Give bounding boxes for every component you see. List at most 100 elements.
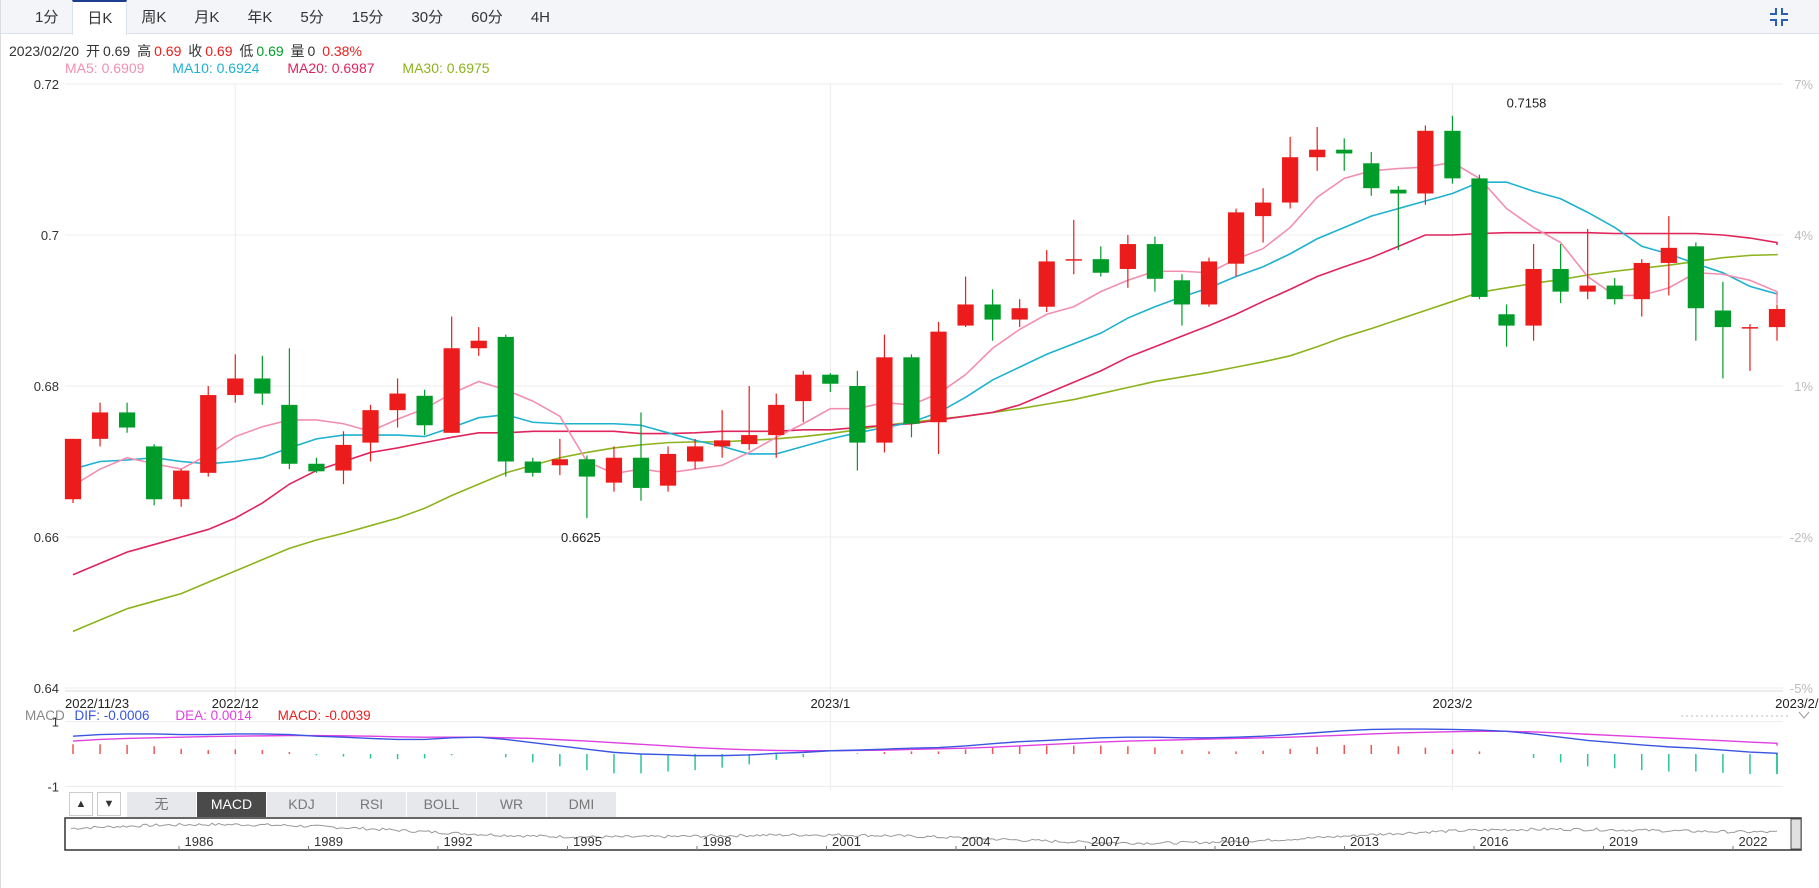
indicator-tab-2[interactable]: KDJ [267, 792, 337, 817]
candle-body [741, 435, 758, 445]
candle-body [173, 470, 190, 500]
candle-body [1065, 259, 1082, 261]
dif-legend: DIF: -0.0006 [74, 708, 150, 723]
candle-body [551, 459, 568, 466]
candle-body [1282, 157, 1299, 203]
nav-down-button[interactable]: ▼ [97, 792, 121, 816]
candle-body [470, 340, 487, 349]
tab-5[interactable]: 5分 [286, 0, 337, 34]
nav-up-button[interactable]: ▲ [69, 792, 93, 816]
low-label: 低 [239, 43, 254, 59]
ma20-legend: MA20: 0.6987 [287, 60, 375, 76]
tab-2[interactable]: 周K [127, 0, 180, 34]
candle-body [1200, 261, 1218, 305]
tab-6[interactable]: 15分 [338, 0, 398, 34]
candle-body [1633, 262, 1650, 300]
indicator-tabs: 无 MACD KDJ RSI BOLL WR DMI [127, 792, 617, 817]
x-tick-label: 2023/2 [1433, 696, 1473, 711]
candle-body [524, 461, 541, 473]
tab-0[interactable]: 1分 [21, 0, 72, 34]
indicator-tab-1[interactable]: MACD [197, 792, 267, 817]
open-label: 开 [85, 43, 100, 59]
ma30-legend: MA30: 0.6975 [402, 60, 490, 76]
price-annotation: 0.6625 [561, 530, 601, 545]
candle-body [362, 410, 379, 443]
candle-body [578, 459, 596, 477]
indicator-tab-3[interactable]: RSI [337, 792, 407, 817]
dif-line [72, 728, 1778, 757]
ma5-line [72, 161, 1778, 487]
candle-body [1363, 163, 1380, 189]
tab-1[interactable]: 日K [72, 0, 128, 35]
candle-body [930, 331, 947, 423]
candle-body [497, 336, 514, 462]
candle-body [1525, 268, 1542, 326]
candle-body [957, 304, 974, 326]
candle-body [1741, 327, 1759, 329]
y-tick-right-label: 1% [1794, 379, 1813, 394]
y-tick-label: 0.66 [34, 530, 59, 545]
candle-body [1660, 247, 1677, 263]
tab-9[interactable]: 4H [517, 0, 564, 34]
candle-body [1606, 285, 1623, 300]
candle-body [686, 446, 704, 462]
overview-year-label: 1998 [703, 834, 732, 849]
ma30-line [72, 253, 1778, 633]
y-tick-label: 0.64 [34, 681, 59, 696]
y-tick-right-label: -5% [1790, 681, 1814, 696]
high-label: 高 [137, 43, 152, 59]
candlestick-chart[interactable]: 0.72 7%0.7 4%0.68 1%0.66 -2%0.64 -5%2022/11/2… [1, 0, 1819, 888]
macd-tick-label: -1 [47, 779, 59, 794]
candle-body [1444, 130, 1461, 179]
candle-body [308, 463, 325, 472]
tab-4[interactable]: 年K [233, 0, 286, 34]
candle-body [389, 393, 406, 411]
indicator-tab-0[interactable]: 无 [127, 792, 197, 817]
overview-year-label: 1992 [444, 834, 473, 849]
overview-series [70, 822, 1778, 845]
candle-body [281, 404, 298, 464]
collapse-icon[interactable] [1768, 6, 1790, 28]
y-tick-right-label: 4% [1794, 228, 1813, 243]
tab-3[interactable]: 月K [180, 0, 233, 34]
candle-body [984, 304, 1001, 320]
overview-year-label: 1986 [185, 834, 214, 849]
candle-body [1498, 314, 1515, 326]
candle-body [1552, 268, 1569, 292]
candle-body [118, 412, 136, 428]
indicator-tab-4[interactable]: BOLL [407, 792, 477, 817]
overview-year-label: 2016 [1480, 834, 1509, 849]
candle-body [1173, 280, 1191, 305]
candle-body [795, 374, 812, 402]
y-tick-label: 0.72 [34, 77, 59, 92]
tab-7[interactable]: 30分 [397, 0, 457, 34]
ma10-line [72, 181, 1778, 470]
candle-body [1687, 246, 1704, 309]
macd-value-legend: MACD: -0.0039 [277, 708, 371, 723]
y-tick-label: 0.68 [34, 379, 59, 394]
x-tick-label: 2023/1 [810, 696, 850, 711]
overview-year-label: 1989 [314, 834, 343, 849]
candle-body [1146, 244, 1164, 279]
ma20-line [72, 231, 1778, 576]
candle-body [1768, 308, 1786, 328]
overview-year-label: 2007 [1091, 834, 1120, 849]
indicator-tab-5[interactable]: WR [477, 792, 547, 817]
tab-8[interactable]: 60分 [457, 0, 517, 34]
candle-body [632, 457, 650, 488]
candle-body [1038, 261, 1055, 307]
candle-body [659, 453, 677, 486]
open-value: 0.69 [102, 43, 131, 59]
candle-body [1714, 310, 1732, 328]
candle-body [227, 378, 244, 396]
dea-line [72, 730, 1778, 752]
indicator-tab-6[interactable]: DMI [547, 792, 617, 817]
overview-year-label: 2019 [1609, 834, 1638, 849]
macd-legend: MACD DIF: -0.0006 DEA: 0.0014 MACD: -0.0… [25, 708, 393, 723]
overview-year-label: 1995 [573, 834, 602, 849]
candle-body [443, 348, 460, 433]
candle-body [1011, 308, 1028, 320]
candle-body [903, 357, 920, 424]
ma-legend: MA5: 0.6909 MA10: 0.6924 MA20: 0.6987 MA… [65, 60, 514, 76]
overview-frame [64, 817, 1802, 851]
